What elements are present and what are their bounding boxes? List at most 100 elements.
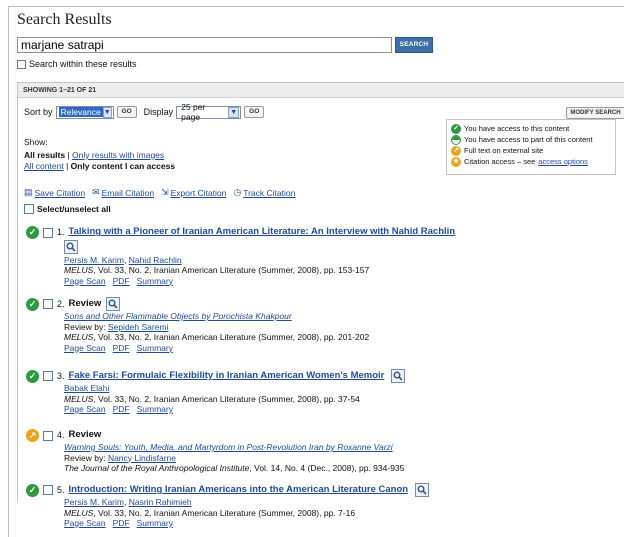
chevron-down-icon: ▼ bbox=[102, 106, 112, 118]
export-citation-button[interactable]: ⇲ Export Citation bbox=[161, 187, 226, 198]
page-scan-link[interactable]: Page Scan bbox=[64, 343, 106, 353]
showing-count: SHOWING 1–21 OF 21 bbox=[18, 83, 624, 98]
page-scan-link[interactable]: Page Scan bbox=[64, 276, 106, 286]
result-title: Review bbox=[68, 429, 102, 441]
result-checkbox[interactable] bbox=[43, 299, 53, 309]
journal-name: MELUS bbox=[64, 265, 94, 275]
reviewed-work-link[interactable]: Sons and Other Flammable Objects by Poro… bbox=[64, 311, 292, 321]
page-title: Search Results bbox=[17, 11, 112, 28]
author-link[interactable]: Nasrin Rahimieh bbox=[129, 497, 192, 507]
pdf-link[interactable]: PDF bbox=[113, 404, 130, 414]
sort-select[interactable]: Relevance ▼ bbox=[55, 105, 114, 119]
source-info: , Vol. 33, No. 2, Iranian American Liter… bbox=[93, 332, 370, 342]
preview-magnifier-icon[interactable] bbox=[64, 240, 78, 254]
pdf-link[interactable]: PDF bbox=[113, 518, 130, 528]
result-title: Review bbox=[68, 297, 102, 309]
full-access-icon: ✓ bbox=[26, 297, 39, 311]
filter-all-results: All results bbox=[24, 150, 66, 160]
source-info: , Vol. 33, No. 2, Iranian American Liter… bbox=[93, 507, 356, 518]
email-citation-button[interactable]: ✉ Email Citation bbox=[92, 187, 154, 198]
source-info: , Vol. 14, No. 4 (Dec., 2008), pp. 934-9… bbox=[249, 463, 405, 473]
full-access-icon: ✓ bbox=[26, 369, 39, 383]
author-link[interactable]: Nahid Rachlin bbox=[129, 255, 182, 265]
summary-link[interactable]: Summary bbox=[137, 518, 173, 528]
result-number: 4. bbox=[57, 430, 65, 441]
save-icon: ▤ bbox=[24, 187, 33, 197]
reviewed-work-link[interactable]: Warning Souls: Youth, Media, and Martyrd… bbox=[64, 442, 393, 452]
result-number: 1. bbox=[57, 227, 65, 238]
external-site-icon: ↗ bbox=[451, 145, 461, 156]
full-access-icon: ✓ bbox=[26, 483, 39, 497]
show-filters: Show: All results | Only results with im… bbox=[24, 137, 176, 171]
result-title-link[interactable]: Introduction: Writing Iranian Americans … bbox=[69, 484, 409, 496]
per-page-select[interactable]: 25 per page ▼ bbox=[176, 102, 242, 122]
search-within-label: Search within these results bbox=[29, 59, 137, 69]
journal-name: MELUS bbox=[64, 507, 94, 518]
filter-all-content-link[interactable]: All content bbox=[24, 161, 64, 171]
result-checkbox[interactable] bbox=[43, 371, 53, 381]
result-title-link[interactable]: Fake Farsi: Formulaic Flexibility in Ira… bbox=[69, 370, 385, 382]
full-access-icon: ✓ bbox=[451, 123, 461, 134]
preview-magnifier-icon[interactable] bbox=[106, 297, 121, 311]
author-link[interactable]: Persis M. Karim bbox=[64, 255, 124, 265]
result-item: ✓ 3. Fake Farsi: Formulaic Flexibility i… bbox=[26, 369, 406, 415]
journal-name: MELUS bbox=[64, 393, 94, 404]
result-item: ✓ 5. Introduction: Writing Iranian Ameri… bbox=[26, 483, 430, 529]
source-info: , Vol. 33, No. 2, Iranian American Liter… bbox=[93, 265, 370, 275]
result-checkbox[interactable] bbox=[43, 485, 53, 495]
full-access-icon: ✓ bbox=[26, 226, 39, 239]
modify-search-button[interactable]: MODIFY SEARCH bbox=[566, 107, 624, 119]
page-scan-link[interactable]: Page Scan bbox=[64, 518, 106, 528]
external-site-icon: ↗ bbox=[26, 429, 39, 442]
preview-magnifier-icon[interactable] bbox=[415, 483, 430, 497]
summary-link[interactable]: Summary bbox=[137, 276, 173, 286]
filter-only-access: Only content I can access bbox=[70, 161, 176, 171]
sort-label: Sort by bbox=[24, 107, 53, 117]
pdf-link[interactable]: PDF bbox=[113, 343, 130, 353]
citation-tools: ▤ Save Citation ✉ Email Citation ⇲ Expor… bbox=[24, 187, 295, 198]
search-input[interactable] bbox=[17, 37, 392, 53]
email-icon: ✉ bbox=[92, 187, 100, 197]
chevron-down-icon: ▼ bbox=[228, 106, 240, 118]
select-all-checkbox[interactable] bbox=[24, 204, 34, 214]
show-label: Show: bbox=[24, 137, 48, 147]
result-checkbox[interactable] bbox=[43, 430, 53, 441]
select-all[interactable]: Select/unselect all bbox=[24, 204, 111, 214]
summary-link[interactable]: Summary bbox=[137, 343, 173, 353]
select-all-label: Select/unselect all bbox=[37, 204, 111, 214]
preview-magnifier-icon[interactable] bbox=[391, 369, 406, 383]
result-item: ✓ 2. Review Sons and Other Flammable Obj… bbox=[26, 297, 369, 353]
pdf-link[interactable]: PDF bbox=[113, 276, 130, 286]
sort-controls: Sort by Relevance ▼ GO Display 25 per pa… bbox=[24, 102, 265, 122]
result-title-link[interactable]: Talking with a Pioneer of Iranian Americ… bbox=[69, 227, 456, 238]
result-item: ✓ 1. Talking with a Pioneer of Iranian A… bbox=[26, 226, 455, 286]
access-legend: ✓ You have access to this content You hav… bbox=[446, 119, 616, 175]
save-citation-button[interactable]: ▤ Save Citation bbox=[24, 187, 85, 198]
sort-go-button[interactable]: GO bbox=[116, 106, 137, 118]
result-number: 5. bbox=[57, 484, 65, 495]
search-within-option[interactable]: Search within these results bbox=[17, 59, 137, 69]
access-options-link[interactable]: access options bbox=[538, 156, 588, 167]
result-number: 2. bbox=[57, 298, 65, 309]
reviewer-link[interactable]: Nancy Lindisfarne bbox=[108, 453, 176, 463]
display-label: Display bbox=[143, 107, 174, 117]
author-link[interactable]: Persis M. Karim bbox=[64, 497, 124, 507]
filter-only-images-link[interactable]: Only results with images bbox=[72, 150, 164, 160]
search-within-checkbox[interactable] bbox=[17, 59, 26, 69]
clock-icon: ◷ bbox=[233, 187, 242, 197]
journal-name: The Journal of the Royal Anthropological… bbox=[64, 463, 250, 473]
export-icon: ⇲ bbox=[161, 187, 169, 197]
search-button[interactable]: SEARCH bbox=[395, 37, 433, 53]
reviewer-link[interactable]: Sepideh Saremi bbox=[108, 322, 168, 332]
result-checkbox[interactable] bbox=[43, 227, 53, 238]
author-link[interactable]: Babak Elahi bbox=[64, 383, 109, 393]
summary-link[interactable]: Summary bbox=[137, 404, 173, 414]
partial-access-icon bbox=[451, 134, 461, 145]
source-info: , Vol. 33, No. 2, Iranian American Liter… bbox=[93, 393, 360, 404]
display-go-button[interactable]: GO bbox=[244, 106, 265, 118]
page-scan-link[interactable]: Page Scan bbox=[64, 404, 106, 414]
journal-name: MELUS bbox=[64, 332, 94, 342]
result-item: ↗ 4. Review Warning Souls: Youth, Media,… bbox=[26, 429, 404, 474]
result-number: 3. bbox=[57, 370, 65, 381]
track-citation-button[interactable]: ◷ Track Citation bbox=[233, 187, 295, 198]
